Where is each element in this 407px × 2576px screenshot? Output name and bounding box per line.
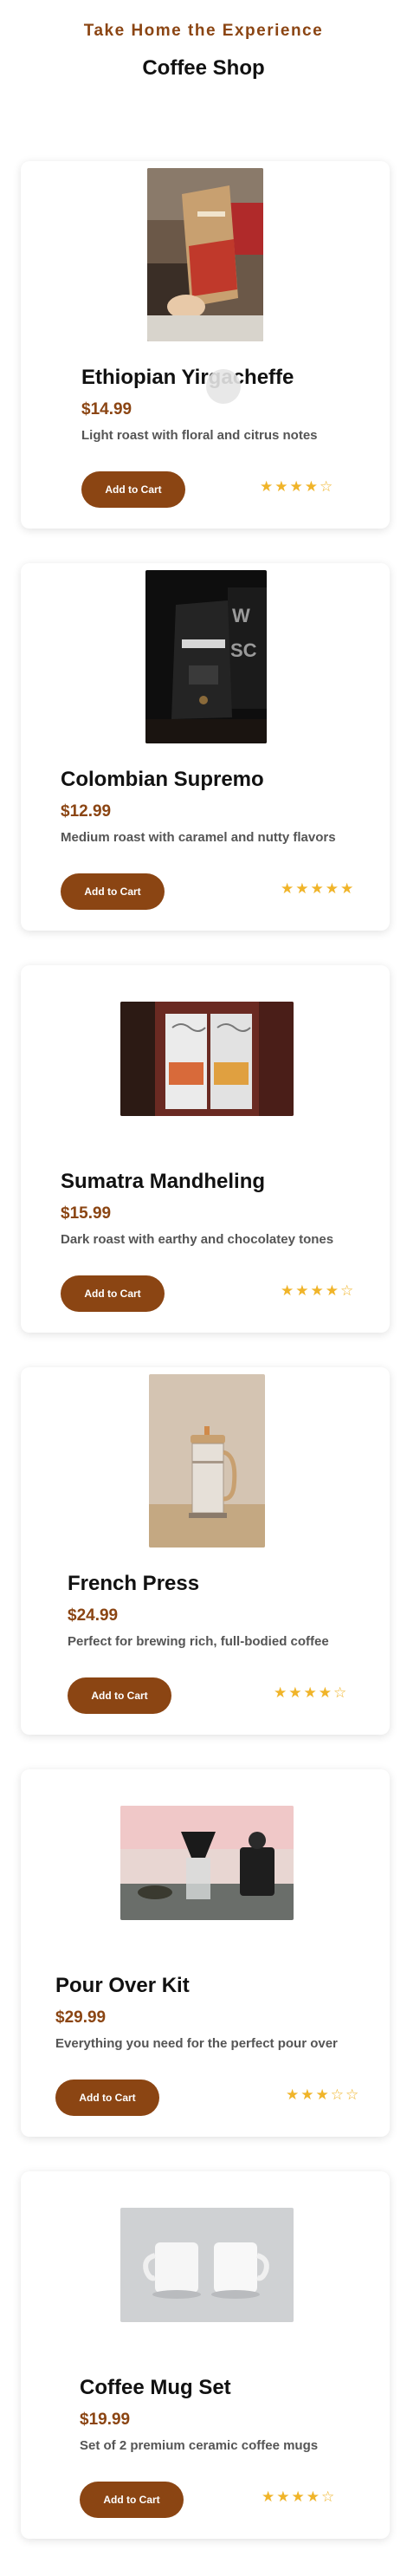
product-description: Medium roast with caramel and nutty flav… xyxy=(61,830,336,845)
page-title: Coffee Shop xyxy=(142,56,265,80)
svg-text:W: W xyxy=(232,605,250,626)
page-header: Take Home the Experience Coffee Shop xyxy=(0,0,407,81)
product-card-french-press: French Press $24.99 Perfect for brewing … xyxy=(21,1367,390,1735)
product-description: Set of 2 premium ceramic coffee mugs xyxy=(80,2438,319,2453)
product-info: Coffee Mug Set $19.99 Set of 2 premium c… xyxy=(80,2376,318,2453)
product-card-colombian-supremo: W SC Colombian Supremo $12.99 Medium roa… xyxy=(21,563,390,931)
tagline: Take Home the Experience xyxy=(83,22,324,40)
product-name: Pour Over Kit xyxy=(55,1974,190,1997)
rating-stars: ★★★★☆ xyxy=(281,1282,356,1299)
product-image xyxy=(147,168,263,341)
product-price: $24.99 xyxy=(68,1606,119,1625)
product-description: Perfect for brewing rich, full-bodied co… xyxy=(68,1634,329,1649)
product-image xyxy=(120,1806,294,1920)
product-info: Pour Over Kit $29.99 Everything you need… xyxy=(55,1974,338,2051)
product-image xyxy=(149,1374,265,1548)
rating-stars: ★★★☆☆ xyxy=(286,2086,361,2103)
product-price: $12.99 xyxy=(61,802,112,821)
rating-stars: ★★★★☆ xyxy=(274,1684,349,1701)
product-price: $29.99 xyxy=(55,2008,107,2027)
product-name: Colombian Supremo xyxy=(61,768,264,791)
product-info: Colombian Supremo $12.99 Medium roast wi… xyxy=(61,768,336,845)
rating-stars: ★★★★☆ xyxy=(260,478,335,495)
add-to-cart-button[interactable]: Add to Cart xyxy=(80,2482,184,2518)
product-price: $14.99 xyxy=(81,400,132,419)
rating-stars: ★★★★☆ xyxy=(262,2488,337,2505)
product-info: French Press $24.99 Perfect for brewing … xyxy=(68,1572,329,1649)
product-name: French Press xyxy=(68,1572,200,1595)
product-card-coffee-mug-set: Coffee Mug Set $19.99 Set of 2 premium c… xyxy=(21,2171,390,2539)
product-info: Ethiopian Yirgacheffe $14.99 Light roast… xyxy=(81,366,318,443)
product-name: Ethiopian Yirgacheffe xyxy=(81,366,294,389)
product-card-sumatra-mandheling: Sumatra Mandheling $15.99 Dark roast wit… xyxy=(21,965,390,1333)
overlay-circle xyxy=(206,369,241,404)
product-description: Everything you need for the perfect pour… xyxy=(55,2036,338,2051)
product-name: Coffee Mug Set xyxy=(80,2376,231,2399)
product-card-ethiopian-yirgacheffe: Ethiopian Yirgacheffe $14.99 Light roast… xyxy=(21,161,390,529)
product-name: Sumatra Mandheling xyxy=(61,1170,266,1193)
product-description: Light roast with floral and citrus notes xyxy=(81,428,318,443)
product-description: Dark roast with earthy and chocolatey to… xyxy=(61,1232,334,1247)
add-to-cart-button[interactable]: Add to Cart xyxy=(61,873,165,910)
product-price: $15.99 xyxy=(61,1204,112,1223)
product-image: W SC xyxy=(145,570,267,743)
add-to-cart-button[interactable]: Add to Cart xyxy=(68,1677,171,1714)
product-card-pour-over-kit: Pour Over Kit $29.99 Everything you need… xyxy=(21,1769,390,2137)
product-price: $19.99 xyxy=(80,2411,131,2429)
product-image xyxy=(120,1002,294,1116)
rating-stars: ★★★★★ xyxy=(281,880,356,897)
add-to-cart-button[interactable]: Add to Cart xyxy=(81,471,185,508)
svg-text:SC: SC xyxy=(230,639,257,661)
add-to-cart-button[interactable]: Add to Cart xyxy=(61,1275,165,1312)
product-info: Sumatra Mandheling $15.99 Dark roast wit… xyxy=(61,1170,333,1247)
product-image xyxy=(120,2208,294,2322)
add-to-cart-button[interactable]: Add to Cart xyxy=(55,2080,159,2116)
